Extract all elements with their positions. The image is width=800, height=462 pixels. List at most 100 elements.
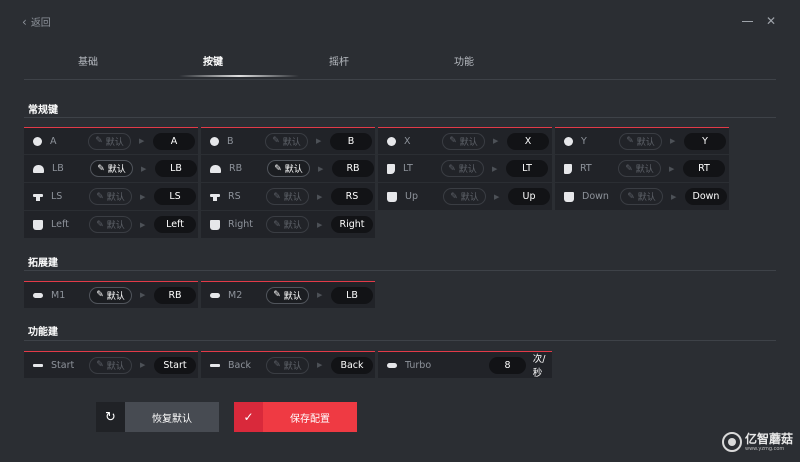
default-toggle-up[interactable]: ✎ 默认	[443, 188, 486, 205]
key-card-lb: LB ✎ 默认 ▶ LB	[24, 155, 198, 182]
default-label: 默认	[105, 137, 124, 148]
default-toggle-m2[interactable]: ✎ 默认	[266, 286, 309, 304]
mapped-key-y[interactable]: Y	[684, 132, 726, 150]
default-toggle-lb[interactable]: ✎ 默认	[90, 160, 133, 177]
watermark-logo: 亿智蘑菇 www.yzmg.com	[722, 432, 793, 452]
key-label-m2: M2	[228, 289, 243, 301]
default-toggle-lt[interactable]: ✎ 默认	[441, 160, 484, 177]
default-label: 默认	[636, 137, 655, 148]
pencil-icon: ✎	[272, 136, 280, 146]
default-label: 默认	[284, 165, 303, 175]
tab-basic[interactable]: 基础	[78, 53, 98, 68]
default-toggle-b[interactable]: ✎ 默认	[265, 132, 308, 150]
play-arrow-icon: ▶	[317, 361, 323, 369]
play-arrow-icon: ▶	[140, 192, 146, 201]
key-label-ls: LS	[51, 191, 63, 202]
play-arrow-icon: ▶	[139, 137, 145, 145]
default-toggle-right[interactable]: ✎ 默认	[266, 216, 309, 233]
default-label: 默认	[459, 137, 478, 148]
default-toggle-rb[interactable]: ✎ 默认	[267, 160, 310, 177]
mapped-key-m2[interactable]: LB	[331, 286, 373, 304]
turbo-rate-input[interactable]: 8	[489, 356, 526, 374]
default-toggle-m1[interactable]: ✎ 默认	[89, 286, 132, 304]
pill-icon	[387, 362, 397, 368]
key-label-b: B	[227, 135, 234, 147]
key-card-rb: RB ✎ 默认 ▶ RB	[201, 155, 375, 182]
play-arrow-icon: ▶	[140, 291, 146, 299]
minimize-icon[interactable]	[742, 14, 754, 28]
bar-icon	[210, 363, 220, 367]
mapped-key-back[interactable]: Back	[331, 356, 373, 374]
pill-icon	[33, 292, 43, 298]
mapped-key-x[interactable]: X	[507, 132, 549, 150]
pad-icon	[33, 219, 43, 230]
mapped-key-rt[interactable]: RT	[683, 160, 725, 177]
mapped-key-right[interactable]: Right	[331, 216, 373, 233]
key-label-rt: RT	[580, 163, 592, 174]
default-toggle-a[interactable]: ✎ 默认	[88, 132, 131, 150]
key-card-m1: M1 ✎ 默认 ▶ RB	[24, 281, 198, 308]
mapped-key-left[interactable]: Left	[154, 216, 196, 233]
default-toggle-rt[interactable]: ✎ 默认	[618, 160, 661, 177]
key-label-right: Right	[228, 219, 254, 230]
mapped-key-down[interactable]: Down	[685, 188, 727, 205]
mapped-key-ls[interactable]: LS	[154, 188, 196, 205]
play-arrow-icon: ▶	[671, 192, 677, 201]
active-tab-indicator	[179, 75, 299, 77]
key-card-start: Start ✎ 默认 ▶ Start	[24, 351, 198, 378]
section-title-extended: 拓展建	[28, 258, 58, 269]
default-toggle-left[interactable]: ✎ 默认	[89, 216, 132, 233]
mapped-key-a[interactable]: A	[153, 132, 195, 150]
tab-joystick[interactable]: 摇杆	[329, 53, 349, 68]
default-toggle-start[interactable]: ✎ 默认	[89, 356, 132, 374]
key-card-left: Left ✎ 默认 ▶ Left	[24, 211, 198, 238]
default-toggle-back[interactable]: ✎ 默认	[266, 356, 309, 374]
mapped-key-rs[interactable]: RS	[331, 188, 373, 205]
pencil-icon: ✎	[450, 191, 458, 202]
default-label: 默认	[283, 221, 302, 231]
default-label: 默认	[107, 165, 126, 175]
mapped-key-b[interactable]: B	[330, 132, 372, 150]
default-toggle-ls[interactable]: ✎ 默认	[89, 188, 132, 205]
default-toggle-x[interactable]: ✎ 默认	[442, 132, 485, 150]
save-config-button[interactable]: ✓ 保存配置	[234, 402, 357, 432]
save-config-label: 保存配置	[290, 413, 330, 425]
mapped-key-up[interactable]: Up	[508, 188, 550, 205]
mapped-key-rb[interactable]: RB	[332, 160, 374, 177]
play-arrow-icon: ▶	[141, 164, 147, 173]
default-label: 默认	[106, 361, 125, 372]
tab-function[interactable]: 功能	[454, 53, 474, 68]
default-label: 默认	[106, 221, 125, 231]
default-label: 默认	[637, 193, 656, 203]
restore-default-button[interactable]: ↻ 恢复默认	[96, 402, 219, 432]
key-card-y: Y ✎ 默认 ▶ Y	[555, 127, 729, 154]
pencil-icon: ✎	[273, 290, 281, 300]
default-label: 默认	[282, 137, 301, 148]
pencil-icon: ✎	[273, 191, 281, 202]
pencil-icon: ✎	[95, 136, 103, 146]
pencil-icon: ✎	[626, 136, 634, 146]
default-label: 默认	[460, 193, 479, 203]
back-label: 返回	[30, 18, 51, 29]
default-toggle-rs[interactable]: ✎ 默认	[266, 188, 309, 205]
circle-icon	[564, 136, 573, 146]
mapped-key-m1[interactable]: RB	[154, 286, 196, 304]
default-toggle-y[interactable]: ✎ 默认	[619, 132, 662, 150]
key-label-rs: RS	[228, 191, 241, 202]
key-label-lb: LB	[52, 163, 64, 174]
mapped-key-lb[interactable]: LB	[155, 160, 197, 177]
default-toggle-down[interactable]: ✎ 默认	[620, 188, 663, 205]
key-card-turbo: Turbo 8 次/秒	[378, 351, 552, 379]
play-arrow-icon: ▶	[317, 220, 323, 229]
play-arrow-icon: ▶	[494, 192, 500, 201]
mapped-key-lt[interactable]: LT	[506, 160, 548, 177]
close-icon[interactable]: ✕	[766, 14, 776, 28]
key-label-y: Y	[581, 135, 587, 147]
tab-bar: 基础 按键 摇杆 功能	[24, 50, 776, 80]
play-arrow-icon: ▶	[318, 164, 324, 173]
mapped-key-start[interactable]: Start	[154, 356, 196, 374]
tab-keys[interactable]: 按键	[203, 53, 223, 68]
pencil-icon: ✎	[96, 219, 104, 230]
key-label-m1: M1	[51, 289, 66, 301]
back-button[interactable]: ‹ 返回	[22, 14, 51, 30]
